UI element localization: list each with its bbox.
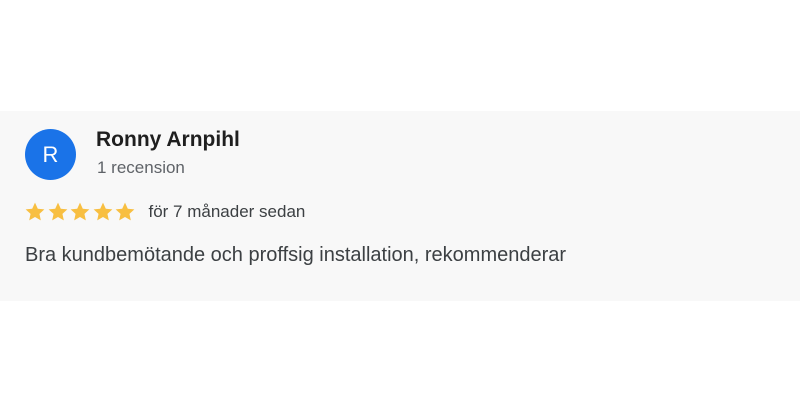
avatar[interactable]: R [25,129,76,180]
star-icon [70,202,90,221]
review-card: R Ronny Arnpihl 1 recension för 7 månade… [0,111,800,301]
star-icon [115,202,135,221]
star-icon [48,202,67,221]
star-icon [25,202,45,221]
rating-row: för 7 månader sedan [24,199,305,225]
star-rating [24,201,137,223]
review-text: Bra kundbemötande och proffsig installat… [25,244,567,266]
reviewer-name[interactable]: Ronny Arnpihl [96,128,240,152]
star-icon [93,202,112,221]
review-time: för 7 månader sedan [148,202,306,221]
review-count: 1 recension [97,158,185,177]
